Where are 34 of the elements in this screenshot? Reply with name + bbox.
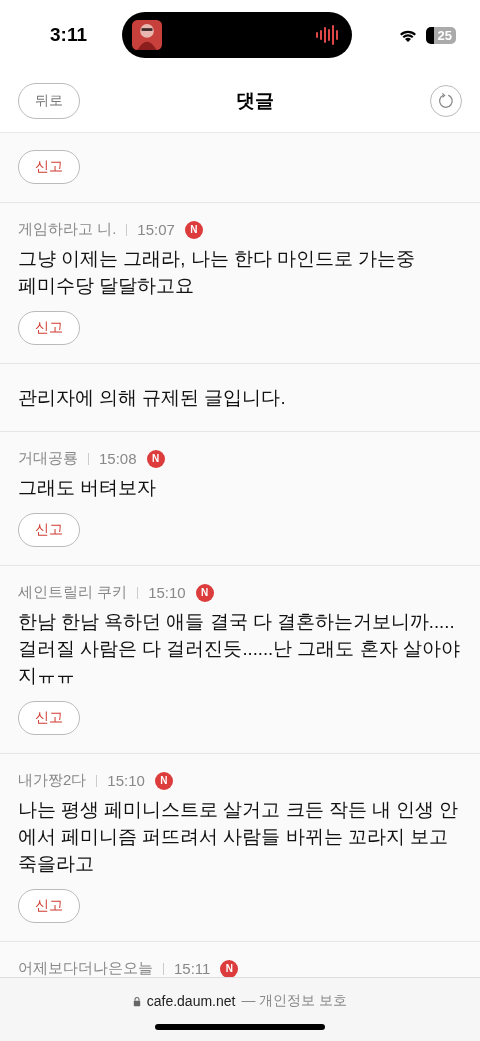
- site-domain: cafe.daum.net: [146, 993, 236, 1009]
- refresh-button[interactable]: [430, 85, 462, 117]
- new-badge: N: [146, 449, 165, 468]
- report-button[interactable]: 신고: [18, 889, 80, 923]
- comment-time: 15:11: [174, 960, 211, 977]
- report-button[interactable]: 신고: [18, 150, 80, 184]
- removed-comment-notice: 관리자에 의해 규제된 글입니다.: [18, 386, 287, 410]
- comment-time: 15:10: [107, 772, 145, 789]
- new-badge: N: [195, 583, 214, 602]
- comment-text: 그냥 이제는 그래라, 나는 한다 마인드로 가는중 페미수당 달달하고요: [18, 247, 416, 298]
- status-time: 3:11: [50, 24, 88, 46]
- comment-author: 거대공룡: [18, 449, 78, 468]
- report-button[interactable]: 신고: [18, 311, 80, 345]
- new-badge: N: [220, 959, 239, 977]
- comment-text: 한남 한남 욕하던 애들 결국 다 결혼하는거보니까.....걸러질 사람은 다 걸러진듯......난 그래도 혼자 살아야지ㅠㅠ: [18, 610, 461, 688]
- comment-text: 그래도 버텨보자: [18, 476, 158, 500]
- comment-text: 나는 평생 페미니스트로 살거고 크든 작든 내 인생 안에서 페미니즘 퍼뜨려서 사람들 바뀌는 꼬라지 보고 죽을라고: [18, 798, 460, 876]
- privacy-note: — 개인정보 보호: [241, 992, 348, 1010]
- report-button[interactable]: 신고: [18, 701, 80, 735]
- comment-time: 15:10: [148, 584, 186, 601]
- page-title: 댓글: [236, 89, 274, 113]
- comment-author: 게임하라고 니.: [18, 220, 117, 239]
- battery-indicator: 25: [425, 26, 456, 44]
- lock-icon: [132, 995, 141, 1007]
- comment-time: 15:07: [137, 221, 175, 238]
- comment-time: 15:08: [99, 450, 137, 467]
- new-badge: N: [184, 220, 203, 239]
- refresh-icon: [437, 92, 455, 110]
- report-button[interactable]: 신고: [18, 513, 80, 547]
- comment-author: 내가짱2다: [18, 771, 87, 790]
- comment-author: 세인트릴리 쿠키: [18, 583, 128, 602]
- comment-author: 어제보다더나은오늘: [18, 959, 153, 977]
- new-badge: N: [154, 771, 173, 790]
- back-button[interactable]: 뒤로: [18, 83, 80, 119]
